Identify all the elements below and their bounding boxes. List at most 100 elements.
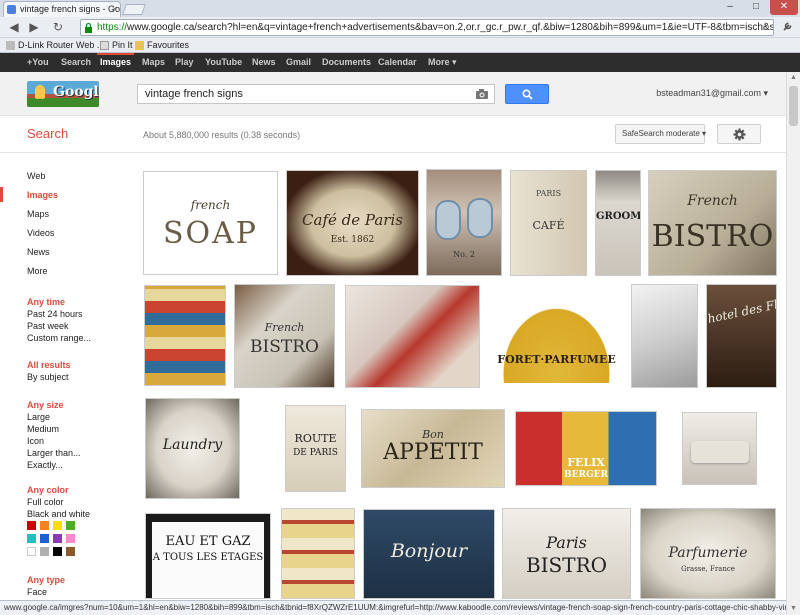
- reload-button[interactable]: ↻: [50, 20, 66, 35]
- google-doodle-logo[interactable]: Google: [27, 81, 99, 107]
- image-result[interactable]: PARIS CAFÉ: [510, 170, 587, 276]
- image-result[interactable]: ROUTE DE PARIS: [285, 405, 346, 492]
- color-swatch[interactable]: [66, 521, 75, 530]
- image-caption: EAU ET GAZ: [165, 534, 251, 549]
- gbar-more[interactable]: More ▾: [428, 53, 457, 72]
- gbar-calendar[interactable]: Calendar: [378, 53, 417, 72]
- image-result[interactable]: Parfumerie Grasse, France: [640, 508, 776, 599]
- filter-any-size[interactable]: Any size: [27, 400, 64, 410]
- image-result[interactable]: FELIX BERGER: [515, 411, 657, 486]
- image-result[interactable]: Bonjour: [363, 509, 495, 599]
- bookmark-pin-it[interactable]: Pin It: [100, 39, 133, 52]
- color-swatch[interactable]: [27, 547, 36, 556]
- image-result[interactable]: GROOM: [595, 170, 641, 276]
- color-swatch[interactable]: [27, 521, 36, 530]
- scrollbar-thumb[interactable]: [789, 86, 798, 126]
- image-result[interactable]: [345, 285, 480, 388]
- address-bar[interactable]: https://www.google.ca/search?hl=en&q=vin…: [80, 19, 774, 36]
- new-tab-button[interactable]: [121, 4, 147, 15]
- image-result[interactable]: No. 2: [426, 169, 502, 276]
- gbar-images[interactable]: Images: [100, 53, 131, 72]
- color-swatch[interactable]: [53, 547, 62, 556]
- image-result[interactable]: Laundry: [145, 398, 240, 499]
- bookmark-dlink[interactable]: D-Link Router Web ...: [6, 39, 104, 52]
- filter-full-color[interactable]: Full color: [27, 497, 64, 507]
- gbar-news[interactable]: News: [252, 53, 276, 72]
- safesearch-dropdown[interactable]: SafeSearch moderate ▾: [615, 124, 706, 144]
- image-result[interactable]: EAU ET GAZ A TOUS LES ETAGES: [145, 513, 271, 599]
- gbar-search[interactable]: Search: [61, 53, 91, 72]
- settings-button[interactable]: [717, 124, 761, 144]
- wrench-menu-icon[interactable]: [780, 20, 796, 35]
- bookmark-star-icon[interactable]: ☆: [760, 20, 770, 35]
- account-menu[interactable]: bsteadman31@gmail.com ▾: [656, 88, 768, 99]
- filter-size-exactly[interactable]: Exactly...: [27, 460, 63, 470]
- image-result[interactable]: Paris BISTRO: [502, 508, 631, 599]
- color-swatch[interactable]: [40, 521, 49, 530]
- tab-close-icon[interactable]: ×: [112, 2, 117, 16]
- gbar-maps[interactable]: Maps: [142, 53, 165, 72]
- filter-type-face[interactable]: Face: [27, 587, 47, 597]
- folder-icon: [135, 41, 144, 50]
- image-caption: Café de Paris: [302, 211, 403, 229]
- nav-maps[interactable]: Maps: [27, 209, 49, 219]
- filter-size-medium[interactable]: Medium: [27, 424, 59, 434]
- filter-past-24-hours[interactable]: Past 24 hours: [27, 309, 83, 319]
- image-result[interactable]: hotel des Fleurs: [706, 284, 777, 388]
- color-swatch[interactable]: [27, 534, 36, 543]
- close-window-button[interactable]: ✕: [770, 0, 798, 15]
- image-caption: SOAP: [163, 216, 258, 251]
- gbar-documents[interactable]: Documents: [322, 53, 371, 72]
- image-result[interactable]: [682, 412, 757, 485]
- filter-custom-range[interactable]: Custom range...: [27, 333, 91, 343]
- scroll-down-arrow-icon[interactable]: ▼: [787, 603, 800, 615]
- maximize-button[interactable]: □: [744, 0, 768, 15]
- gbar-you[interactable]: +You: [27, 53, 49, 72]
- camera-icon[interactable]: [475, 88, 489, 100]
- image-caption: Bonjour: [390, 540, 468, 562]
- image-result[interactable]: [144, 285, 226, 386]
- color-swatch[interactable]: [40, 534, 49, 543]
- image-result[interactable]: French BISTRO: [648, 170, 777, 276]
- gbar-play[interactable]: Play: [175, 53, 194, 72]
- nav-news[interactable]: News: [27, 247, 50, 257]
- nav-images[interactable]: Images: [27, 190, 58, 200]
- search-button[interactable]: [505, 84, 549, 104]
- search-query: vintage french signs: [145, 88, 243, 100]
- vertical-scrollbar[interactable]: ▲ ▼: [786, 72, 800, 615]
- back-button[interactable]: ◀: [6, 20, 22, 35]
- bookmark-favourites[interactable]: Favourites: [135, 39, 189, 52]
- search-input[interactable]: vintage french signs: [137, 84, 495, 104]
- color-swatch[interactable]: [53, 534, 62, 543]
- scroll-up-arrow-icon[interactable]: ▲: [787, 72, 800, 84]
- browser-tab[interactable]: vintage french signs - Goo ×: [3, 1, 121, 17]
- nav-web[interactable]: Web: [27, 171, 45, 181]
- image-result[interactable]: Bon APPETIT: [361, 409, 505, 488]
- filter-any-type[interactable]: Any type: [27, 575, 65, 585]
- image-result[interactable]: [281, 508, 355, 599]
- filter-black-and-white[interactable]: Black and white: [27, 509, 90, 519]
- forward-button[interactable]: ▶: [26, 20, 42, 35]
- color-swatch[interactable]: [40, 547, 49, 556]
- filter-any-time[interactable]: Any time: [27, 297, 65, 307]
- filter-past-week[interactable]: Past week: [27, 321, 69, 331]
- minimize-button[interactable]: –: [718, 0, 742, 15]
- filter-size-large[interactable]: Large: [27, 412, 50, 422]
- color-swatch[interactable]: [66, 534, 75, 543]
- filter-any-color[interactable]: Any color: [27, 485, 69, 495]
- filter-all-results[interactable]: All results: [27, 360, 71, 370]
- image-result[interactable]: French BISTRO: [234, 284, 335, 388]
- filter-by-subject[interactable]: By subject: [27, 372, 69, 382]
- color-swatch[interactable]: [66, 547, 75, 556]
- color-swatch[interactable]: [53, 521, 62, 530]
- image-result[interactable]: Café de Paris Est. 1862: [286, 170, 419, 276]
- filter-size-icon[interactable]: Icon: [27, 436, 44, 446]
- image-result[interactable]: [631, 284, 698, 388]
- filter-size-larger-than[interactable]: Larger than...: [27, 448, 81, 458]
- nav-more[interactable]: More: [27, 266, 48, 276]
- gbar-youtube[interactable]: YouTube: [205, 53, 242, 72]
- gbar-gmail[interactable]: Gmail: [286, 53, 311, 72]
- image-result[interactable]: FORET·PARFUMEE: [489, 291, 624, 383]
- nav-videos[interactable]: Videos: [27, 228, 54, 238]
- image-result[interactable]: french SOAP: [143, 171, 278, 275]
